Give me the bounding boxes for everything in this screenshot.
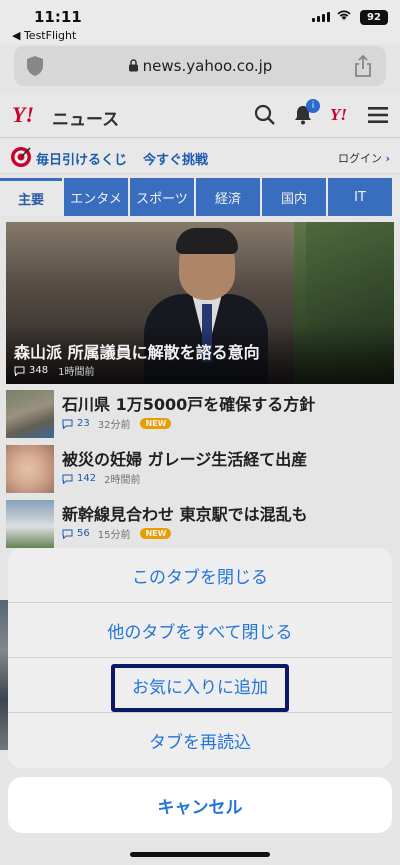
focus-highlight <box>111 664 289 712</box>
close-this-tab-button[interactable]: このタブを閉じる <box>8 548 392 603</box>
cancel-button[interactable]: キャンセル <box>8 777 392 833</box>
home-indicator <box>130 852 270 857</box>
close-other-tabs-button[interactable]: 他のタブをすべて閉じる <box>8 603 392 658</box>
reload-tab-button[interactable]: タブを再読込 <box>8 713 392 768</box>
action-sheet: このタブを閉じる 他のタブをすべて閉じる お気に入りに追加 タブを再読込 <box>8 548 392 768</box>
